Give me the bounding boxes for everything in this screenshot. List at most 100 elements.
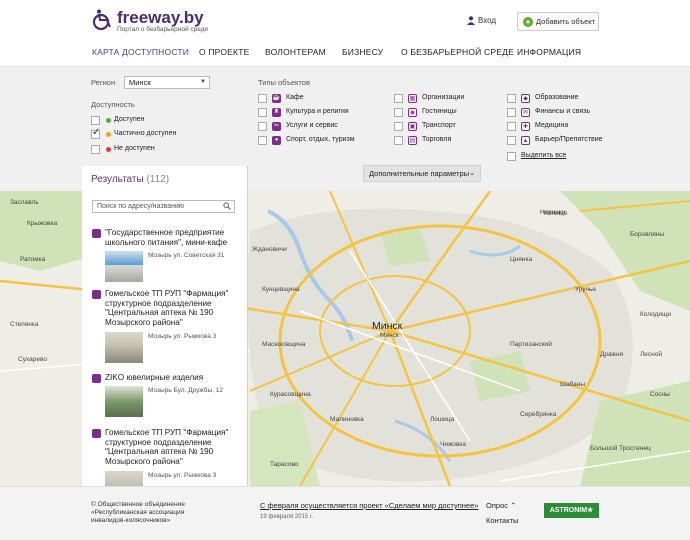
type-checkbox-culture[interactable] — [258, 108, 267, 117]
partially-accessible-checkbox[interactable] — [91, 127, 100, 139]
map-place-label: Лошица — [430, 416, 455, 423]
chevron-down-icon: ⌄ — [469, 170, 475, 177]
region-label: Регион — [91, 78, 116, 87]
result-title[interactable]: "Государственное предприятие школьного п… — [105, 228, 241, 247]
user-icon — [467, 16, 475, 25]
region-select[interactable]: Минск ▼ — [124, 76, 210, 89]
news-date: 19 февраля 2015 г. — [260, 514, 314, 520]
sport-icon: ● — [272, 136, 281, 145]
type-checkbox-service[interactable] — [258, 122, 267, 131]
select-all-link[interactable]: Выделить все — [521, 152, 566, 159]
type-checkbox-transport[interactable] — [394, 122, 403, 131]
more-params-label: Дополнительные параметры — [369, 169, 470, 178]
accessible-checkbox[interactable] — [91, 116, 100, 125]
search-placeholder: Поиск по адресу/названию — [97, 203, 185, 210]
map-place-label: Ждановичи — [252, 246, 287, 253]
map-place-label: Тарасово — [270, 461, 299, 468]
map-place-label: Шабаны — [560, 381, 586, 388]
map-place-label: Кунцевщина — [262, 286, 300, 293]
type-checkbox-finance[interactable] — [507, 108, 516, 117]
results-heading: Результаты (112) — [91, 174, 169, 185]
select-all-checkbox[interactable] — [507, 152, 516, 161]
main-nav: КАРТА ДОСТУПНОСТИ О ПРОЕКТЕ ВОЛОНТЕРАМ Б… — [0, 47, 690, 59]
education-icon: ◆ — [521, 94, 530, 103]
results-title: Результаты — [91, 174, 144, 185]
not-accessible-checkbox[interactable] — [91, 145, 100, 154]
map-place-label: Чижовка — [440, 441, 466, 448]
transport-icon: ▣ — [408, 122, 417, 131]
nav-business[interactable]: БИЗНЕСУ — [342, 47, 383, 57]
map-place-label: Серебрянка — [520, 411, 557, 418]
partner-label: ASTRONIM — [549, 507, 588, 514]
map-place-label: Копище — [544, 210, 568, 217]
map-place-label: Цнянка — [510, 256, 533, 263]
accessible-label: Доступен — [114, 116, 145, 123]
poll-link[interactable]: Опрос ⌃ — [486, 501, 516, 510]
address-search-input[interactable]: Поиск по адресу/названию — [92, 200, 235, 213]
map-place-label: Малиновка — [330, 416, 364, 423]
type-label-transport: Транспорт — [422, 122, 456, 129]
map-place-label: Колодищи — [640, 311, 671, 318]
result-title[interactable]: ZIKO ювелирные изделия — [105, 373, 241, 383]
search-icon[interactable] — [223, 202, 231, 210]
type-label-barrier: Барьер/Препятствие — [535, 136, 603, 143]
green-status-dot-icon — [106, 118, 111, 123]
type-label-cafe: Кафе — [286, 94, 304, 101]
cup-icon: ☕ — [272, 94, 281, 103]
map-place-label: Лесной — [640, 351, 662, 358]
nav-barrier-free[interactable]: О БЕЗБАРЬЕРНОЙ СРЕДЕ — [401, 47, 514, 57]
red-status-dot-icon — [106, 147, 111, 152]
result-title[interactable]: Гомельское ТП РУП "Фармация" структурное… — [105, 289, 241, 327]
chevron-up-icon: ⌃ — [510, 501, 517, 510]
finance-icon: ✉ — [521, 108, 530, 117]
map-place-label: Заславль — [10, 199, 39, 206]
map-place-label: Крыжовка — [27, 220, 58, 227]
more-params-button[interactable]: Дополнительные параметры ⌄ — [363, 165, 481, 182]
logo-tagline: Портал о безбарьерной среде — [117, 26, 209, 33]
type-checkbox-barrier[interactable] — [507, 136, 516, 145]
site-logo[interactable]: freeway.by Портал о безбарьерной среде — [90, 8, 208, 33]
result-address: Мозырь ул. Рыжкова 3 — [148, 472, 217, 479]
result-photo — [105, 386, 143, 417]
map-place-label: Сосны — [650, 391, 670, 398]
type-label-sport: Спорт, отдых, туризм — [286, 136, 355, 143]
type-checkbox-education[interactable] — [507, 94, 516, 103]
map-place-label: Степянка — [10, 321, 39, 328]
medicine-icon: ✚ — [521, 122, 530, 131]
medicine-icon — [92, 290, 101, 299]
orange-status-dot-icon — [106, 132, 111, 137]
login-link[interactable]: Вход — [467, 16, 496, 25]
service-icon: ✂ — [272, 122, 281, 131]
nav-about[interactable]: О ПРОЕКТЕ — [199, 47, 249, 57]
map-place-label: Масюковщина — [262, 341, 306, 348]
result-address: Мозырь ул. Советская 31 — [148, 252, 225, 259]
object-types-label: Типы объектов — [258, 78, 310, 87]
contacts-link[interactable]: Контакты — [486, 516, 518, 525]
result-photo — [105, 251, 143, 282]
type-checkbox-shops[interactable] — [394, 136, 403, 145]
type-checkbox-medicine[interactable] — [507, 122, 516, 131]
nav-volunteers[interactable]: ВОЛОНТЕРАМ — [265, 47, 326, 57]
astronim-badge[interactable]: ASTRONIM★ — [544, 503, 599, 518]
not-accessible-label: Не доступен — [114, 145, 155, 152]
type-checkbox-hotels[interactable] — [394, 108, 403, 117]
dropdown-caret-icon: ▼ — [200, 79, 206, 85]
type-label-finance: Финансы и связь — [535, 108, 590, 115]
region-value: Минск — [129, 78, 151, 87]
add-object-label: Добавить объект — [536, 17, 596, 26]
hotel-icon: ◉ — [408, 108, 417, 117]
shop-icon — [92, 374, 101, 383]
add-object-button[interactable]: + Добавить объект — [517, 12, 599, 31]
type-checkbox-sport[interactable] — [258, 136, 267, 145]
result-photo — [105, 332, 143, 363]
accessibility-label: Доступность — [91, 100, 135, 109]
type-checkbox-cafe[interactable] — [258, 94, 267, 103]
news-link[interactable]: С февраля осуществляется проект «Сделаем… — [260, 501, 478, 510]
result-title[interactable]: Гомельское ТП РУП "Фармация" структурное… — [105, 428, 241, 466]
type-checkbox-organizations[interactable] — [394, 94, 403, 103]
site-footer: © Общественное объединение «Республиканс… — [0, 486, 690, 540]
nav-information[interactable]: ИНФОРМАЦИЯ — [517, 47, 581, 57]
nav-accessibility-map[interactable]: КАРТА ДОСТУПНОСТИ — [92, 47, 189, 57]
map-city-sublabel: Минск — [380, 332, 399, 339]
barrier-icon: ▲ — [521, 136, 530, 145]
